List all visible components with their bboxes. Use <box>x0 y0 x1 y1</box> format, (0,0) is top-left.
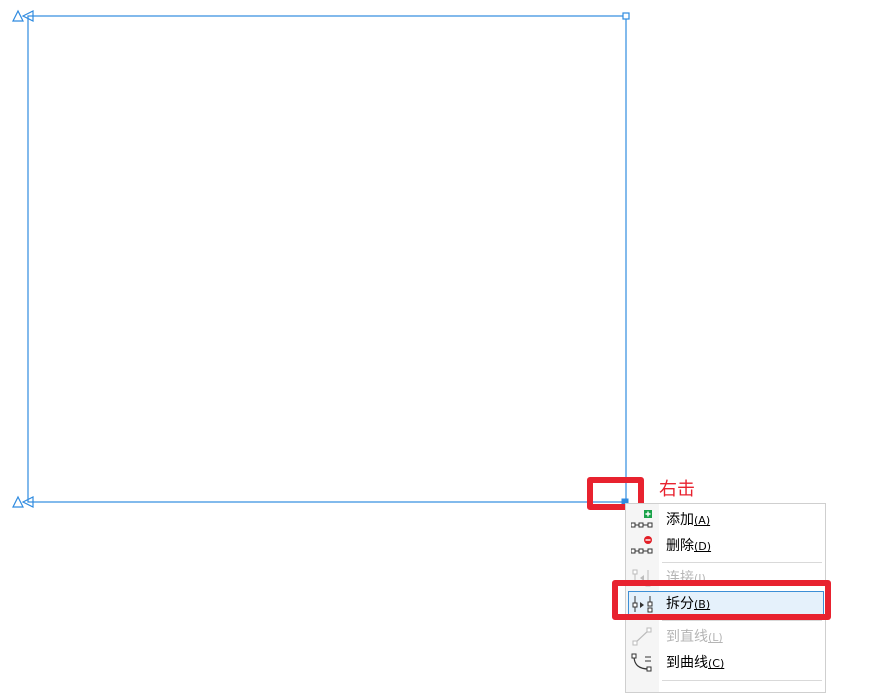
menu-item-add[interactable]: 添加(A) <box>626 507 825 533</box>
rectangle-path[interactable] <box>27 15 627 503</box>
menu-item-to-line[interactable]: 到直线(L) <box>626 624 825 650</box>
menu-item-delete[interactable]: 删除(D) <box>626 533 825 559</box>
right-click-annotation: 右击 <box>659 479 695 500</box>
menu-item-label: 添加(A) <box>666 512 711 528</box>
corner-node-top-right[interactable] <box>622 12 630 20</box>
add-node-icon <box>631 510 653 528</box>
menu-item-to-curve[interactable]: 到曲线(C) <box>626 650 825 676</box>
menu-item-label: 到直线(L) <box>666 629 723 645</box>
menu-separator <box>662 562 822 563</box>
menu-separator <box>662 680 822 681</box>
menu-item-label: 删除(D) <box>666 538 712 554</box>
delete-node-icon <box>631 536 653 554</box>
to-line-icon <box>632 627 652 646</box>
menu-separator <box>662 620 822 621</box>
to-curve-icon <box>631 653 652 672</box>
menu-item-highlight-box <box>612 580 831 620</box>
menu-item-label: 到曲线(C) <box>666 655 725 671</box>
